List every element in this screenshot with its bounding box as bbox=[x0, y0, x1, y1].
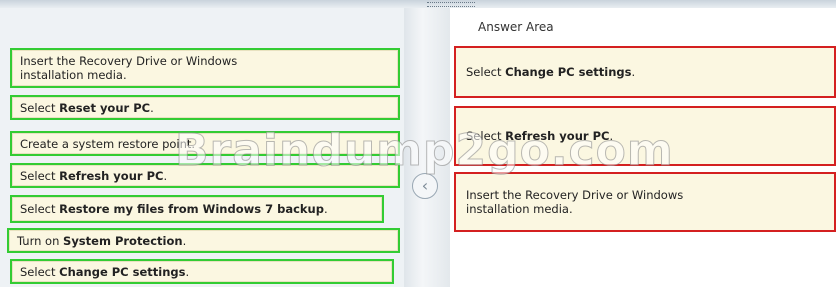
source-item-insert-recovery-drive[interactable]: Insert the Recovery Drive or Windows ins… bbox=[10, 48, 400, 88]
move-to-source-button[interactable]: ‹ bbox=[412, 173, 438, 199]
source-item-label: Select Reset your PC. bbox=[20, 100, 154, 115]
answer-slot-2[interactable]: Select Refresh your PC. bbox=[454, 106, 836, 166]
source-item-label: Select Restore my files from Windows 7 b… bbox=[20, 202, 328, 216]
source-item-create-restore-point[interactable]: Create a system restore point. bbox=[10, 131, 400, 156]
source-item-label: Turn on System Protection. bbox=[17, 233, 187, 248]
answer-slot-label: Insert the Recovery Drive or Windows ins… bbox=[466, 188, 684, 216]
answer-slot-3[interactable]: Insert the Recovery Drive or Windows ins… bbox=[454, 172, 836, 232]
top-rail bbox=[0, 0, 836, 8]
source-item-label: Insert the Recovery Drive or Windows ins… bbox=[20, 54, 238, 82]
source-item-restore-win7-backup[interactable]: Select Restore my files from Windows 7 b… bbox=[10, 195, 384, 223]
pane-divider bbox=[404, 8, 450, 287]
resize-grip[interactable] bbox=[427, 2, 475, 7]
source-item-turn-on-system-protection[interactable]: Turn on System Protection. bbox=[7, 228, 400, 253]
source-item-label: Select Refresh your PC. bbox=[20, 168, 168, 183]
source-item-label: Create a system restore point. bbox=[20, 136, 196, 151]
answer-slot-1[interactable]: Select Change PC settings. bbox=[454, 46, 836, 98]
chevron-left-icon: ‹ bbox=[421, 176, 429, 195]
answer-slot-label: Select Change PC settings. bbox=[466, 65, 636, 79]
answer-area-title: Answer Area bbox=[478, 20, 554, 34]
source-item-reset-pc[interactable]: Select Reset your PC. bbox=[10, 95, 400, 120]
source-item-label: Select Change PC settings. bbox=[20, 264, 190, 279]
source-item-change-pc-settings[interactable]: Select Change PC settings. bbox=[10, 259, 394, 284]
answer-slot-label: Select Refresh your PC. bbox=[466, 129, 614, 143]
source-item-refresh-pc[interactable]: Select Refresh your PC. bbox=[10, 163, 400, 188]
